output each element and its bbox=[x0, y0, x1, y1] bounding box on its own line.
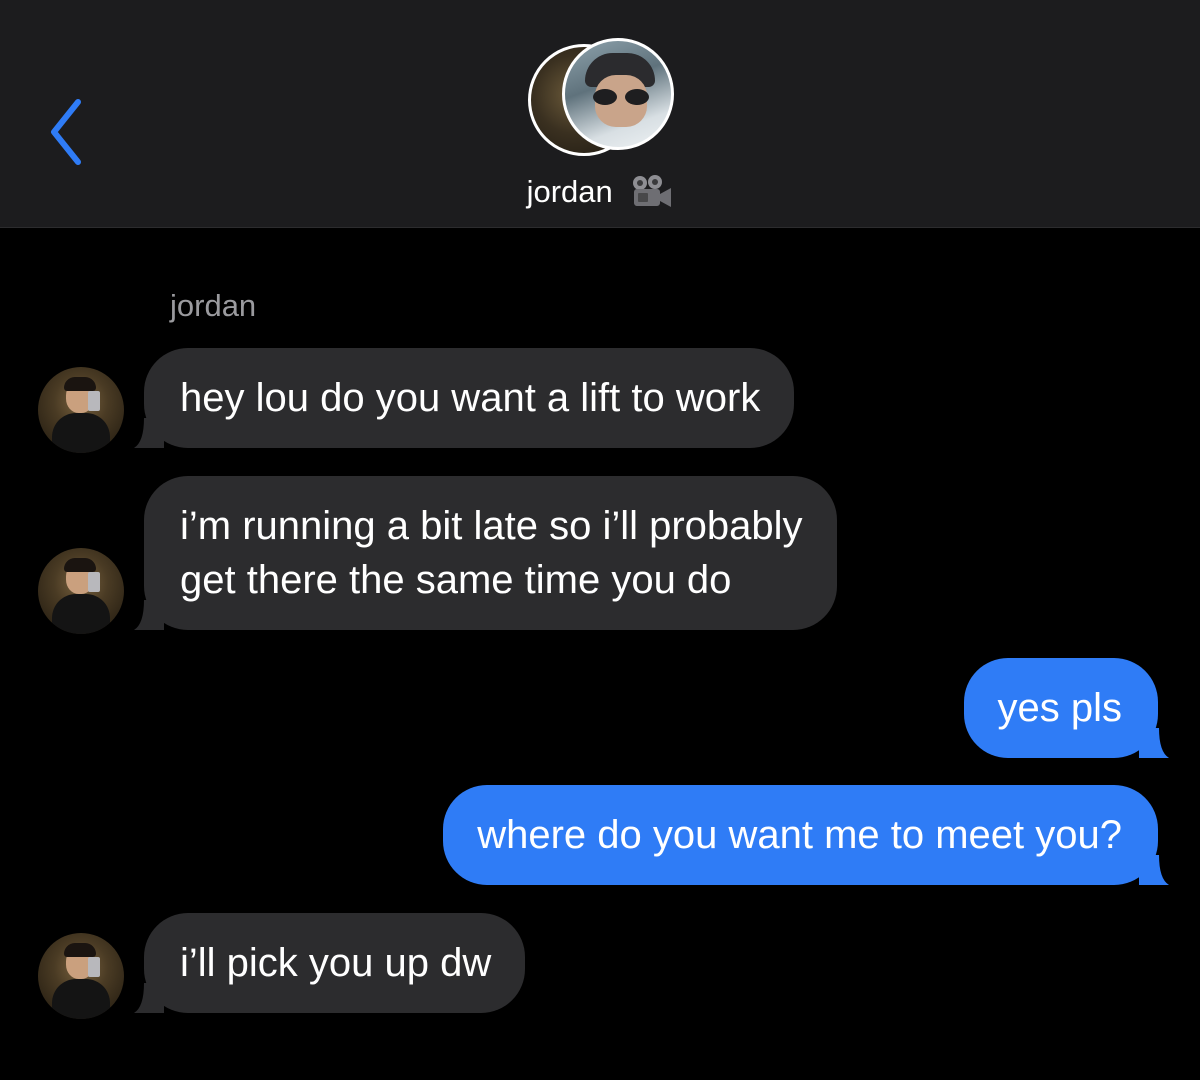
group-avatar-stack[interactable] bbox=[528, 38, 678, 158]
sender-label: jordan bbox=[170, 288, 257, 323]
avatar[interactable] bbox=[38, 548, 124, 634]
contact-name: jordan bbox=[526, 173, 613, 209]
avatar[interactable] bbox=[38, 367, 124, 453]
video-camera-icon bbox=[633, 174, 672, 207]
avatar bbox=[562, 38, 674, 150]
message-text: i’m running a bit late so i’ll probably bbox=[180, 504, 803, 548]
back-button[interactable] bbox=[38, 92, 98, 172]
conversation-header: jordan bbox=[0, 0, 1200, 228]
outgoing-message-bubble[interactable]: where do you want me to meet you? bbox=[443, 785, 1169, 885]
avatar[interactable] bbox=[38, 933, 124, 1019]
bubble-tail bbox=[134, 418, 164, 448]
bubble-tail bbox=[1139, 728, 1169, 758]
incoming-message-bubble[interactable]: i’ll pick you up dw bbox=[134, 913, 526, 1013]
incoming-message-bubble[interactable]: i’m running a bit late so i’ll probably … bbox=[134, 476, 837, 630]
message-text: where do you want me to meet you? bbox=[477, 813, 1122, 857]
contact-name-button[interactable]: jordan bbox=[0, 172, 1200, 210]
message-text: hey lou do you want a lift to work bbox=[180, 376, 761, 420]
message-text: get there the same time you do bbox=[180, 558, 732, 602]
incoming-message-bubble[interactable]: hey lou do you want a lift to work bbox=[134, 348, 795, 448]
message-text: yes pls bbox=[997, 686, 1123, 730]
bubble-tail bbox=[134, 983, 164, 1013]
chevron-left-icon bbox=[51, 99, 81, 165]
message-text: i’ll pick you up dw bbox=[180, 941, 492, 985]
bubble-tail bbox=[1139, 855, 1169, 885]
bubble-tail bbox=[134, 600, 164, 630]
outgoing-message-bubble[interactable]: yes pls bbox=[963, 658, 1169, 758]
